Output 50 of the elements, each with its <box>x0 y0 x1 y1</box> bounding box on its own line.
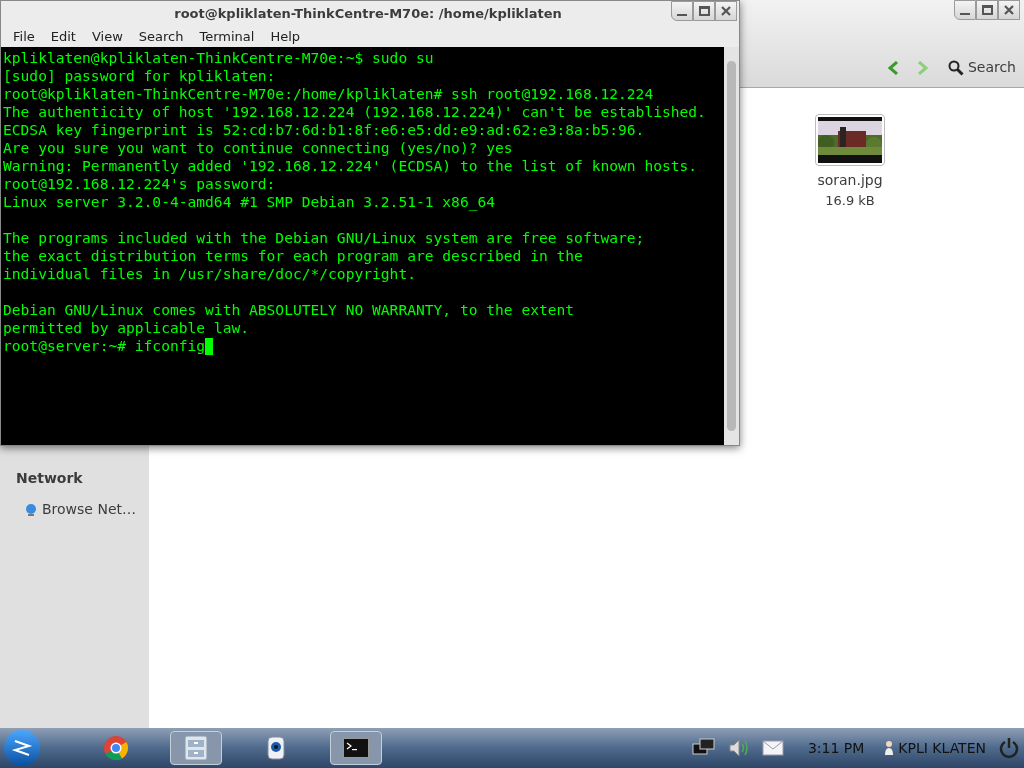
menu-item[interactable]: Edit <box>42 26 84 47</box>
menu-item[interactable]: View <box>83 26 131 47</box>
terminal-line: the exact distribution terms for each program are described in the <box>3 247 583 265</box>
file-name[interactable]: soran.jpg <box>817 170 883 191</box>
maximize-button[interactable] <box>976 0 998 20</box>
terminal-line: Are you sure you want to continue connecting (yes/no)? yes <box>3 139 513 157</box>
logo-icon <box>11 737 33 759</box>
taskbar-app[interactable] <box>330 731 382 765</box>
terminal-line: Linux server 3.2.0-4-amd64 #1 SMP Debian 3.2.51-1 x86_64 <box>3 193 496 211</box>
close-icon <box>721 6 731 16</box>
menu-item[interactable]: File <box>5 26 43 47</box>
terminal-line: permitted by applicable law. <box>3 319 249 337</box>
sidebar-item[interactable]: Browse Net… <box>16 499 149 520</box>
close-icon <box>1004 5 1014 15</box>
menu-item[interactable]: Help <box>262 26 309 47</box>
network-icon[interactable] <box>691 738 716 758</box>
file-cabinet-icon <box>184 735 208 761</box>
speaker-icon[interactable] <box>727 738 750 758</box>
mail-icon[interactable] <box>761 740 784 756</box>
file-size: 16.9 kB <box>825 192 875 210</box>
search-icon <box>947 59 964 76</box>
terminal-line: root@kpliklaten-ThinkCentre-M70e:/home/kpliklaten# ssh root@192.168.12.224 <box>3 85 654 103</box>
menu-item[interactable]: Search <box>130 26 192 47</box>
search-button[interactable]: Search <box>947 57 1016 78</box>
start-button[interactable] <box>4 730 40 766</box>
terminal-line: The authenticity of host '192.168.12.224 (192.168.12.224)' can't be established. <box>3 103 706 121</box>
window-title: root@kpliklaten-ThinkCentre-M70e: /home/kpliklaten <box>174 5 562 23</box>
terminal-line: root@192.168.12.224's password: <box>3 175 276 193</box>
terminal-icon <box>343 738 369 758</box>
minimize-button[interactable] <box>954 0 976 20</box>
terminal-line: ECDSA key fingerprint is 52:cd:b7:6d:b1:8f:e6:e5:dd:e9:ad:62:e3:8a:b5:96. <box>3 121 645 139</box>
person-icon <box>884 740 895 756</box>
text-cursor <box>205 337 214 355</box>
sidebar-heading: Network <box>16 469 84 488</box>
webcam-icon <box>267 736 285 760</box>
terminal-line: kpliklaten@kpliklaten-ThinkCentre-M70e:~$ sudo su <box>3 49 434 67</box>
globe-icon <box>24 502 38 517</box>
menu-item[interactable]: Terminal <box>191 26 263 47</box>
terminal-line: The programs included with the Debian GNU/Linux system are free software; <box>3 229 645 247</box>
power-icon[interactable] <box>998 737 1020 759</box>
terminal-line: Debian GNU/Linux comes with ABSOLUTELY NO WARRANTY, to the extent <box>3 301 575 319</box>
terminal-line: [sudo] password for kpliklaten: <box>3 67 276 85</box>
terminal-line: Warning: Permanently added '192.168.12.224' (ECDSA) to the list of known hosts. <box>3 157 698 175</box>
maximize-button[interactable] <box>693 1 715 21</box>
browser-icon <box>103 735 129 761</box>
close-button[interactable] <box>715 1 737 21</box>
terminal-line: root@server:~# ifconfig <box>3 337 206 355</box>
terminal-line: individual files in /usr/share/doc/*/copyright. <box>3 265 416 283</box>
minimize-button[interactable] <box>671 1 693 21</box>
close-button[interactable] <box>998 0 1020 20</box>
